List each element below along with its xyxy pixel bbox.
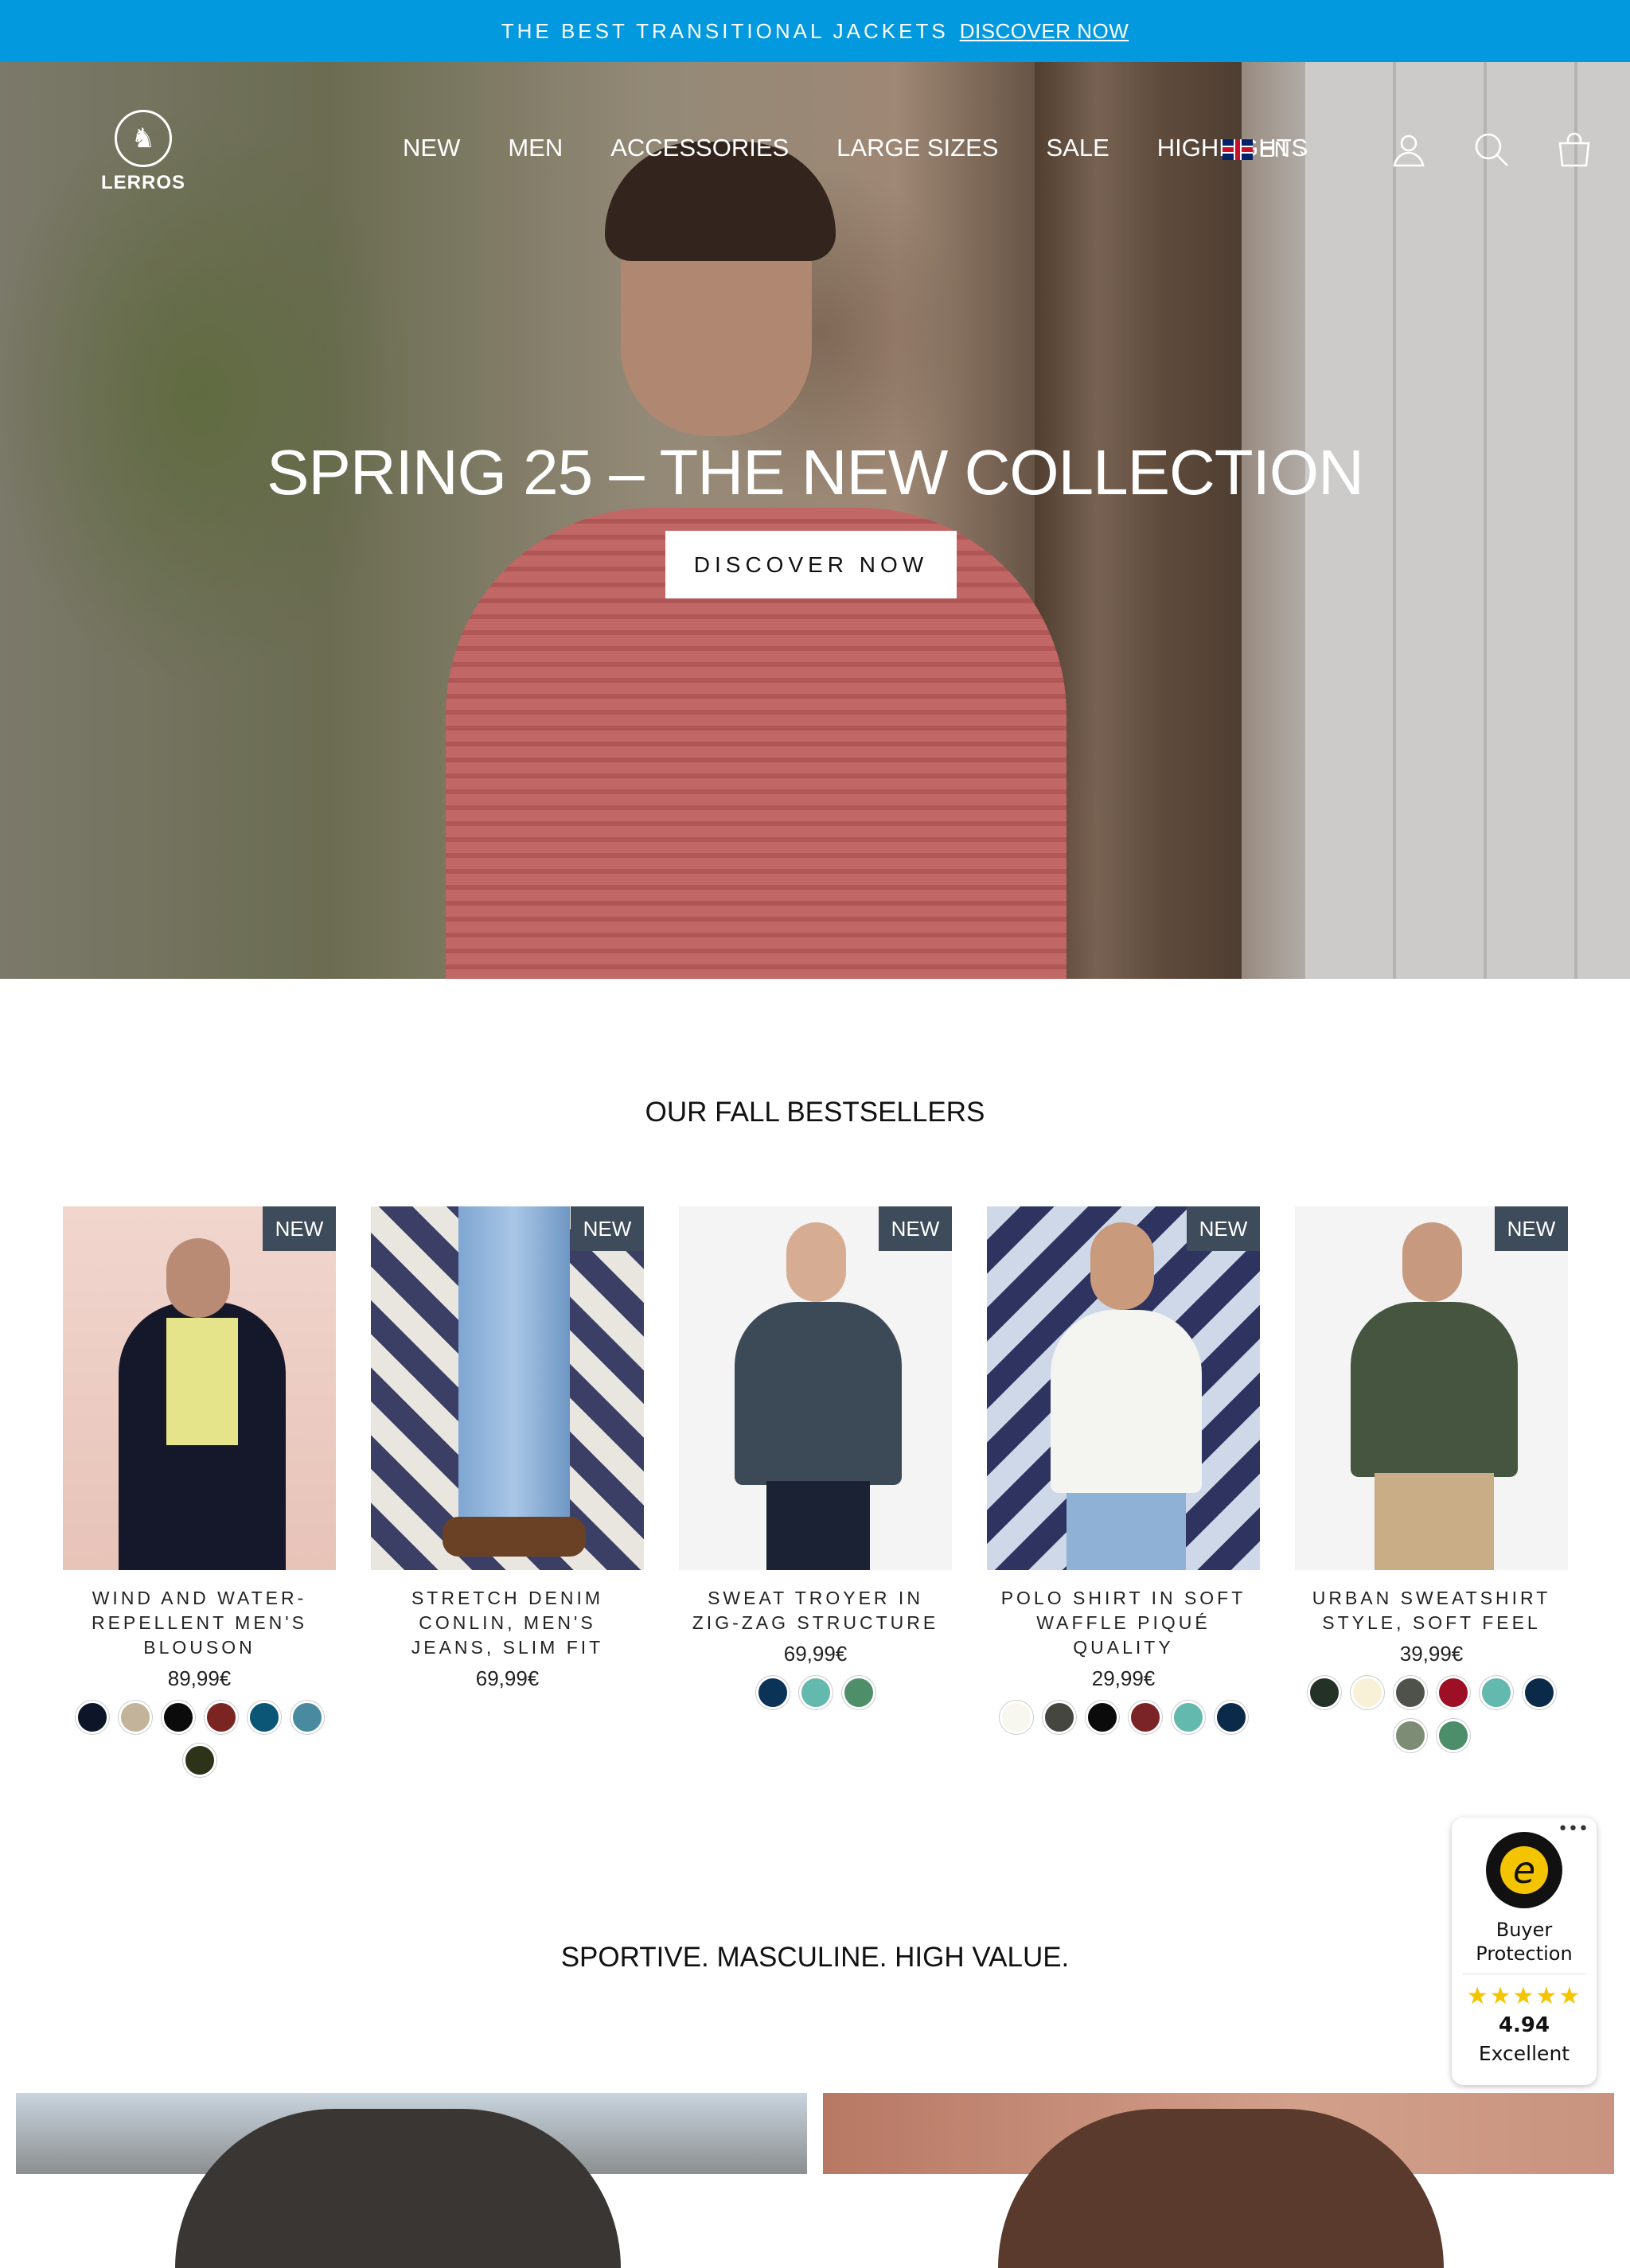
nav-item-large-sizes[interactable]: LARGE SIZES xyxy=(836,134,998,162)
product-price: 69,99€ xyxy=(475,1666,540,1690)
product-price: 89,99€ xyxy=(167,1666,232,1690)
product-grid: NEW WIND AND WATER-REPELLENT MEN'S BLOUS… xyxy=(63,1206,1568,1777)
cart-icon[interactable] xyxy=(1555,131,1593,169)
announcement-text: THE BEST TRANSITIONAL JACKETS xyxy=(501,18,949,43)
hero-overlay xyxy=(0,62,1630,979)
account-icon[interactable] xyxy=(1390,131,1428,169)
product-name[interactable]: POLO SHIRT IN SOFT WAFFLE PIQUÉ QUALITY xyxy=(987,1586,1260,1660)
color-swatch[interactable] xyxy=(841,1676,875,1709)
new-badge: NEW xyxy=(571,1206,644,1251)
banner-image-left[interactable] xyxy=(16,2093,807,2268)
header-icons xyxy=(1390,131,1593,169)
main-nav: NEW MEN ACCESSORIES LARGE SIZES SALE HIG… xyxy=(403,134,1355,162)
color-swatch[interactable] xyxy=(204,1701,238,1734)
section-title: SPORTIVE. MASCULINE. HIGH VALUE. xyxy=(560,1942,1070,1973)
language-selector[interactable]: EN ⌄ xyxy=(1222,137,1311,162)
nav-item-men[interactable]: MEN xyxy=(508,134,563,162)
product-name[interactable]: STRETCH DENIM CONLIN, MEN'S JEANS, SLIM … xyxy=(371,1586,644,1660)
color-swatch[interactable] xyxy=(1128,1701,1162,1734)
color-swatch[interactable] xyxy=(161,1701,195,1734)
color-swatches xyxy=(1300,1676,1563,1752)
color-swatch[interactable] xyxy=(182,1744,216,1777)
color-swatch[interactable] xyxy=(755,1676,790,1709)
product-card[interactable]: NEW SWEAT TROYER IN ZIG-ZAG STRUCTURE 69… xyxy=(679,1206,952,1777)
search-icon[interactable] xyxy=(1472,131,1511,169)
color-swatch[interactable] xyxy=(1393,1676,1427,1709)
new-badge: NEW xyxy=(1495,1206,1568,1251)
nav-item-sale[interactable]: SALE xyxy=(1046,134,1109,162)
logo-wordmark: LERROS xyxy=(100,172,185,193)
product-image[interactable]: NEW xyxy=(987,1206,1260,1570)
product-card[interactable]: NEW URBAN SWEATSHIRT STYLE, SOFT FEEL 39… xyxy=(1295,1206,1568,1777)
color-swatches xyxy=(684,1676,947,1709)
hero-banner xyxy=(0,62,1630,979)
product-name[interactable]: SWEAT TROYER IN ZIG-ZAG STRUCTURE xyxy=(679,1586,952,1635)
nav-item-new[interactable]: NEW xyxy=(403,134,460,162)
color-swatch[interactable] xyxy=(1085,1701,1119,1734)
product-name[interactable]: URBAN SWEATSHIRT STYLE, SOFT FEEL xyxy=(1295,1586,1568,1635)
nav-item-accessories[interactable]: ACCESSORIES xyxy=(610,134,789,162)
color-swatch[interactable] xyxy=(1171,1701,1205,1734)
product-image[interactable]: NEW xyxy=(679,1206,952,1570)
color-swatches xyxy=(68,1701,331,1777)
banner-image-right[interactable] xyxy=(823,2093,1614,2268)
color-swatch[interactable] xyxy=(1350,1676,1384,1709)
new-badge: NEW xyxy=(879,1206,952,1251)
product-price: 29,99€ xyxy=(1091,1666,1156,1690)
color-swatch[interactable] xyxy=(1479,1676,1513,1709)
chevron-down-icon: ⌄ xyxy=(1296,139,1312,159)
product-price: 39,99€ xyxy=(1399,1642,1464,1666)
product-image[interactable]: NEW xyxy=(1295,1206,1568,1570)
color-swatch[interactable] xyxy=(1436,1719,1470,1752)
hero-title: SPRING 25 – THE NEW COLLECTION xyxy=(267,437,1364,508)
color-swatch[interactable] xyxy=(999,1701,1033,1734)
color-swatch[interactable] xyxy=(75,1701,109,1734)
color-swatches xyxy=(992,1701,1255,1734)
new-badge: NEW xyxy=(263,1206,336,1251)
site-logo[interactable]: ♞ LERROS xyxy=(88,110,199,197)
hero-discover-button[interactable]: DISCOVER NOW xyxy=(665,531,957,598)
more-icon[interactable]: ••• xyxy=(1558,1819,1589,1839)
rating-label: Excellent xyxy=(1478,2042,1570,2065)
trusted-shops-seal-icon: e xyxy=(1486,1832,1562,1908)
color-swatch[interactable] xyxy=(1307,1676,1341,1709)
color-swatch[interactable] xyxy=(1522,1676,1556,1709)
trusted-shops-badge[interactable]: ••• e Buyer Protection ★★★★★ 4.94 Excell… xyxy=(1452,1818,1597,2085)
language-label: EN xyxy=(1259,137,1290,162)
color-swatch[interactable] xyxy=(290,1701,324,1734)
bestsellers-title: OUR FALL BESTSELLERS xyxy=(645,1097,985,1128)
rating-stars-icon: ★★★★★ xyxy=(1466,1982,1582,2010)
product-image[interactable]: NEW xyxy=(63,1206,336,1570)
color-swatch[interactable] xyxy=(118,1701,152,1734)
product-card[interactable]: NEW STRETCH DENIM CONLIN, MEN'S JEANS, S… xyxy=(371,1206,644,1777)
rating-score: 4.94 xyxy=(1498,2013,1550,2037)
lion-crest-icon: ♞ xyxy=(115,110,172,167)
product-card[interactable]: NEW WIND AND WATER-REPELLENT MEN'S BLOUS… xyxy=(63,1206,336,1777)
product-card[interactable]: NEW POLO SHIRT IN SOFT WAFFLE PIQUÉ QUAL… xyxy=(987,1206,1260,1777)
color-swatch[interactable] xyxy=(1042,1701,1076,1734)
product-image[interactable]: NEW xyxy=(371,1206,644,1570)
buyer-protection-label: Buyer Protection xyxy=(1476,1919,1573,1965)
announcement-bar: THE BEST TRANSITIONAL JACKETS DISCOVER N… xyxy=(0,0,1630,62)
color-swatch[interactable] xyxy=(247,1701,281,1734)
color-swatch[interactable] xyxy=(1436,1676,1470,1709)
color-swatch[interactable] xyxy=(1393,1719,1427,1752)
announcement-link[interactable]: DISCOVER NOW xyxy=(960,19,1129,44)
color-swatch[interactable] xyxy=(1214,1701,1248,1734)
uk-flag-icon xyxy=(1222,139,1253,160)
product-price: 69,99€ xyxy=(783,1642,848,1666)
product-name[interactable]: WIND AND WATER-REPELLENT MEN'S BLOUSON xyxy=(63,1586,336,1660)
color-swatch[interactable] xyxy=(798,1676,833,1709)
new-badge: NEW xyxy=(1187,1206,1260,1251)
